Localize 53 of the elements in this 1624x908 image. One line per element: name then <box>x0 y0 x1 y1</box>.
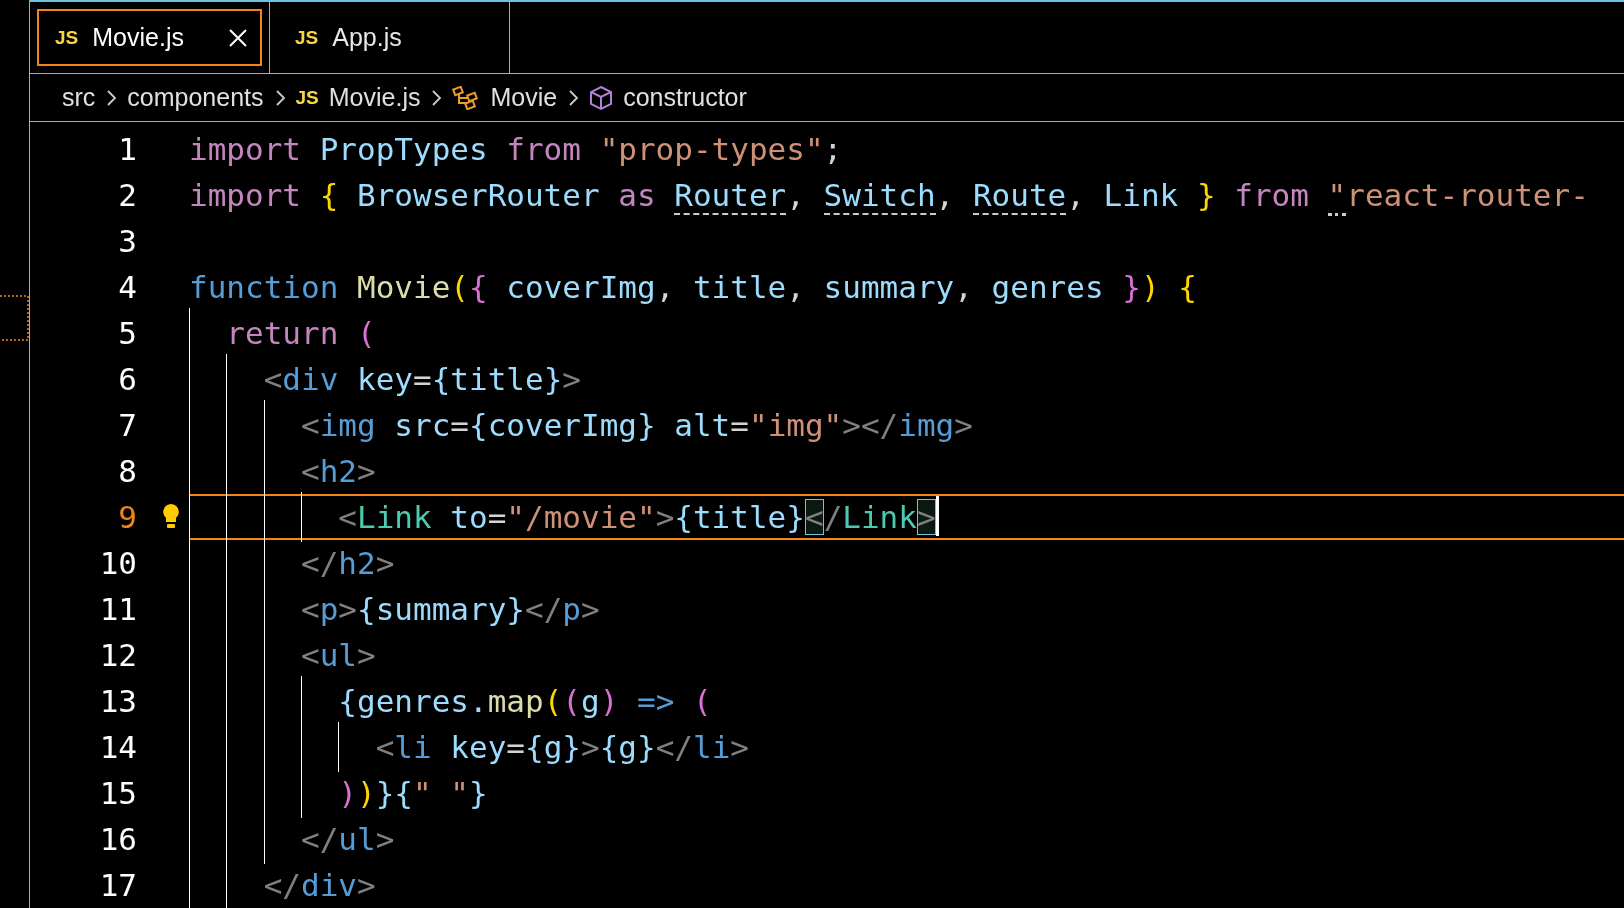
chevron-right-icon <box>105 88 118 107</box>
editor-tab[interactable]: JS Movie.js <box>37 9 262 66</box>
cube-icon <box>589 84 614 111</box>
breadcrumb-item[interactable]: constructor <box>623 83 747 112</box>
line-number: 9 <box>117 498 137 537</box>
breadcrumb-item[interactable]: src <box>62 83 96 112</box>
chevron-right-icon <box>567 88 580 107</box>
js-file-icon: JS <box>55 26 79 49</box>
line-number: 14 <box>98 728 137 767</box>
close-icon[interactable] <box>228 27 248 48</box>
chevron-right-icon <box>430 88 443 107</box>
code-line: {genres.map((g) => ( <box>337 682 713 721</box>
dotted-bracket-drawing <box>0 294 30 344</box>
code-line: </div> <box>262 866 377 905</box>
code-line: import PropTypes from "prop-types"; <box>189 130 844 169</box>
breadcrumb-item[interactable]: components <box>127 83 264 112</box>
code-line: <li key={g}>{g}</li> <box>374 728 750 767</box>
line-number: 1 <box>117 130 137 169</box>
line-number: 13 <box>98 682 137 721</box>
code-line: <img src={coverImg} alt="img"></img> <box>299 406 974 445</box>
line-number: 7 <box>117 406 137 445</box>
text-cursor <box>935 496 939 536</box>
line-number: 3 <box>117 222 137 261</box>
code-line: return ( <box>225 314 377 353</box>
line-number: 6 <box>117 360 137 399</box>
line-number: 2 <box>117 176 137 215</box>
code-line: function Movie({ coverImg, title, summary, genres }) { <box>189 268 1198 307</box>
line-number: 5 <box>117 314 137 353</box>
js-file-icon: JS <box>295 26 319 49</box>
line-number: 16 <box>98 820 137 859</box>
code-line: <h2> <box>299 452 377 491</box>
line-number: 4 <box>117 268 137 307</box>
code-line: <Link to="/movie">{title}</Link> <box>189 496 1624 538</box>
line-number: 15 <box>98 774 137 813</box>
breadcrumb-item[interactable]: Movie.js <box>328 83 421 112</box>
line-number: 17 <box>98 866 137 905</box>
code-line: ))}{" "} <box>337 774 489 813</box>
code-line: <ul> <box>299 636 377 675</box>
line-number: 10 <box>98 544 137 583</box>
code-line: </h2> <box>299 544 396 583</box>
breadcrumb-item[interactable]: Movie <box>490 83 558 112</box>
lightbulb-icon[interactable] <box>161 503 181 531</box>
chevron-right-icon <box>273 88 286 107</box>
line-number: 8 <box>117 452 137 491</box>
editor-tab[interactable]: JS App.js <box>277 9 502 66</box>
js-file-icon: JS <box>295 86 319 109</box>
class-symbol-icon <box>452 85 481 110</box>
code-line: import { BrowserRouter as Router, Switch, Route, Link } from "react-router- <box>189 174 1624 216</box>
line-number: 11 <box>98 590 137 629</box>
code-line: <p>{summary}</p> <box>299 590 601 629</box>
code-line: <div key={title}> <box>262 360 582 399</box>
line-number: 12 <box>98 636 137 675</box>
code-line: </ul> <box>299 820 396 859</box>
